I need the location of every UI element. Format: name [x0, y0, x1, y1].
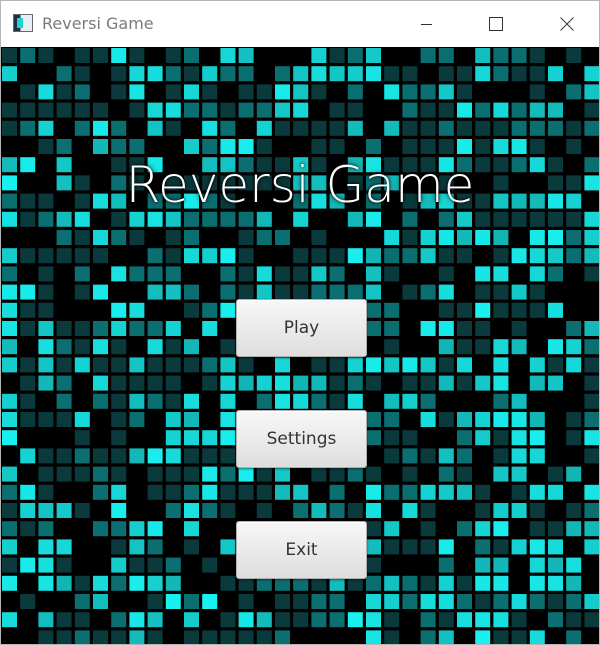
- maximize-button[interactable]: [473, 1, 519, 47]
- close-button[interactable]: [544, 1, 590, 47]
- app-window: Reversi Game Reversi Game Play Settings …: [0, 0, 600, 645]
- play-button[interactable]: Play: [236, 299, 367, 357]
- settings-button[interactable]: Settings: [236, 410, 367, 468]
- minimize-icon: [421, 24, 432, 25]
- maximize-icon: [489, 17, 503, 31]
- main-menu: Reversi Game Play Settings Exit: [1, 47, 599, 644]
- game-title: Reversi Game: [125, 156, 475, 214]
- app-icon: [13, 14, 33, 32]
- minimize-button[interactable]: [404, 1, 450, 47]
- title-bar[interactable]: Reversi Game: [1, 1, 599, 47]
- exit-button[interactable]: Exit: [236, 521, 367, 579]
- window-title: Reversi Game: [42, 14, 154, 33]
- close-icon: [560, 17, 574, 31]
